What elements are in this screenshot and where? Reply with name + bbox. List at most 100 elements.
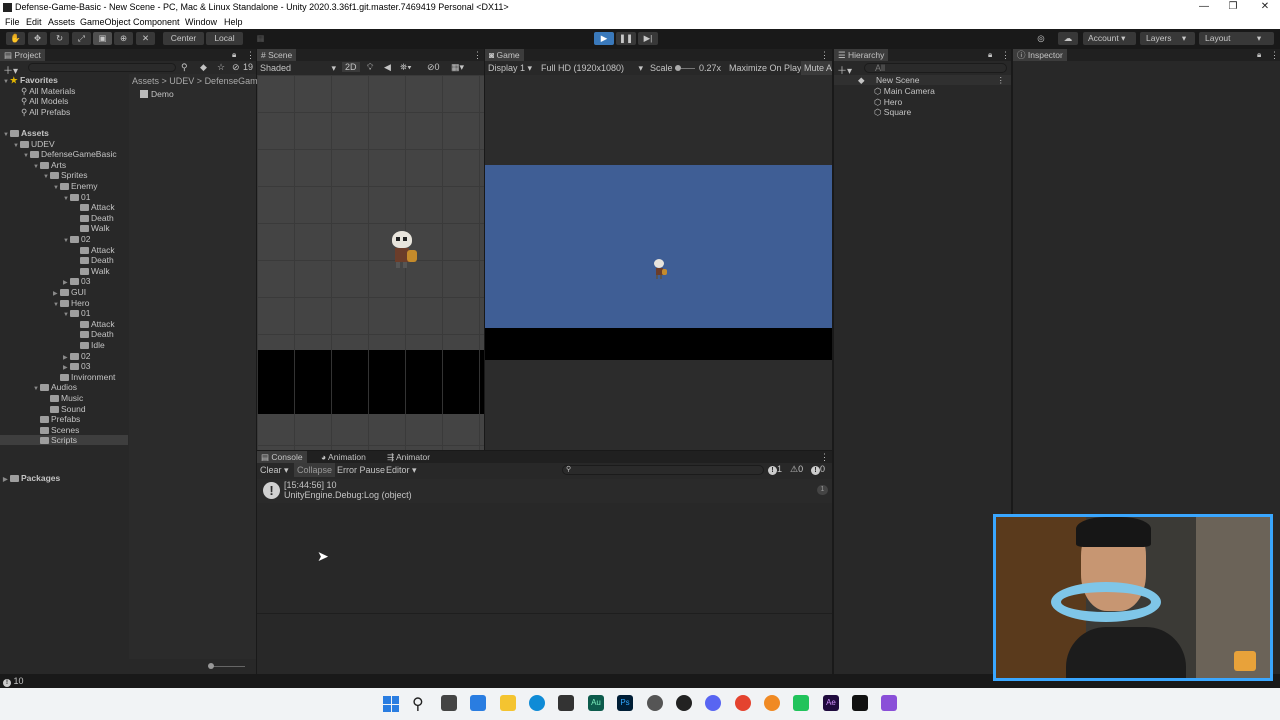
breadcrumb-item[interactable]: DefenseGame — [205, 76, 263, 86]
folder-tree-item[interactable]: ▶ 03 — [0, 276, 128, 286]
panel-menu-icon[interactable]: ⋮ — [820, 452, 829, 463]
hierarchy-item-square[interactable]: ⬡ Square — [874, 107, 911, 117]
folder-tree-item[interactable]: Attack — [0, 245, 128, 255]
layers-dropdown[interactable]: Layers ▾ — [1140, 32, 1195, 45]
folder-tree-item[interactable]: Death — [0, 213, 128, 223]
console-log-entry[interactable]: ! [15:44:56] 10 UnityEngine.Debug:Log (o… — [257, 479, 832, 503]
search-by-type-icon[interactable]: ⚲ — [181, 62, 188, 73]
item-menu-icon[interactable]: ⋮ — [997, 75, 1006, 85]
project-search-input[interactable] — [28, 63, 176, 72]
tab-game[interactable]: ◙ Game — [485, 49, 524, 61]
transform-tool-icon[interactable]: ⊕ — [114, 32, 133, 45]
edge-browser-icon[interactable] — [529, 695, 545, 711]
effects-icon[interactable]: ⛯▾ — [400, 62, 412, 73]
maximize-on-play-toggle[interactable]: Maximize On Play — [729, 63, 802, 73]
folder-tree-item[interactable]: ▼ 02 — [0, 234, 128, 244]
visual-studio-icon[interactable] — [881, 695, 897, 711]
collapse-toggle[interactable]: Collapse — [294, 463, 336, 477]
menu-edit[interactable]: Edit — [26, 17, 42, 27]
lock-icon[interactable]: 🔒︎ — [1257, 50, 1261, 60]
tab-scene[interactable]: # Scene — [257, 49, 297, 61]
toggle-2d-button[interactable]: 2D — [342, 62, 360, 72]
breadcrumb-item[interactable]: UDEV — [169, 76, 194, 86]
folder-tree-item[interactable]: Attack — [0, 202, 128, 212]
tab-console[interactable]: ▤ Console — [257, 451, 307, 463]
folder-tree-item[interactable]: Attack — [0, 319, 128, 329]
folder-tree-item[interactable]: ▼ Audios — [0, 382, 128, 392]
scale-slider-handle[interactable] — [675, 65, 681, 71]
scale-tool-icon[interactable]: ⤢ — [72, 32, 91, 45]
hierarchy-item-hero[interactable]: ⬡ Hero — [874, 97, 902, 107]
tab-hierarchy[interactable]: ☰ Hierarchy — [834, 49, 889, 61]
cloud-icon[interactable]: ☁ — [1058, 32, 1078, 45]
hidden-objects-icon[interactable]: ⊘0 — [427, 62, 440, 73]
tab-animator[interactable]: ⇶ Animator — [383, 451, 434, 463]
audio-icon[interactable]: ◀︎ — [384, 62, 391, 73]
error-pause-toggle[interactable]: Error Pause — [337, 465, 385, 475]
step-button[interactable]: ▶| — [638, 32, 658, 45]
clear-button[interactable]: Clear ▾ — [260, 465, 289, 476]
folder-tree-item[interactable]: ▼ Sprites — [0, 170, 128, 180]
error-filter-toggle[interactable]: ! 0 — [811, 464, 825, 475]
scene-viewport[interactable] — [257, 75, 484, 450]
tab-animation[interactable]: ◕ Animation — [317, 451, 370, 463]
folder-tree-item[interactable]: ▶ 03 — [0, 361, 128, 371]
hand-tool-icon[interactable]: ✋ — [6, 32, 25, 45]
windows-start-icon[interactable] — [383, 696, 399, 712]
rect-tool-icon[interactable]: ▣ — [93, 32, 112, 45]
favorites-header[interactable]: ▼★ Favorites — [3, 75, 58, 85]
editor-dropdown[interactable]: Editor ▾ — [386, 465, 417, 476]
pivot-center-button[interactable]: Center — [163, 32, 204, 45]
maximize-button[interactable]: ❐ — [1218, 0, 1248, 15]
search-tool-icon[interactable] — [764, 695, 780, 711]
unity-editor-icon[interactable] — [852, 695, 868, 711]
custom-tool-icon[interactable]: ✕ — [136, 32, 155, 45]
game-viewport[interactable] — [485, 165, 832, 328]
folder-tree-item[interactable]: Prefabs — [0, 414, 128, 424]
hierarchy-search-input[interactable]: All — [864, 63, 1007, 73]
grid-snap-icon[interactable]: ▦ — [253, 32, 268, 45]
scene-root-item[interactable]: ◆ New Scene ⋮ — [834, 75, 1011, 85]
task-view-icon[interactable] — [441, 695, 457, 711]
menu-file[interactable]: File — [5, 17, 20, 27]
folder-tree-item[interactable]: ▼ Enemy — [0, 181, 128, 191]
menu-component[interactable]: Component — [133, 17, 180, 27]
hero-sprite[interactable] — [390, 231, 420, 275]
discord-icon[interactable] — [705, 695, 721, 711]
folder-tree-item[interactable]: Sound — [0, 404, 128, 414]
panel-menu-icon[interactable]: ⋮ — [820, 50, 829, 61]
folder-tree-item[interactable]: ▼ 01 — [0, 192, 128, 202]
folder-tree-item[interactable]: ▶ GUI — [0, 287, 128, 297]
search-by-label-icon[interactable]: ◆ — [200, 62, 207, 73]
panel-menu-icon[interactable]: ⋮ — [1270, 50, 1279, 61]
favorite-item[interactable]: ⚲ All Models — [21, 96, 68, 106]
account-dropdown[interactable]: Account ▾ — [1083, 32, 1136, 45]
hidden-packages-icon[interactable]: ⊘ — [232, 62, 240, 73]
folder-tree-item[interactable]: ▶ 02 — [0, 351, 128, 361]
favorite-item[interactable]: ⚲ All Materials — [21, 86, 75, 96]
folder-tree-item[interactable]: ▼ DefenseGameBasic — [0, 149, 128, 159]
panel-menu-icon[interactable]: ⋮ — [473, 50, 482, 61]
unity-hub-icon[interactable] — [647, 695, 663, 711]
lighting-icon[interactable]: 💡︎ — [367, 62, 373, 73]
menu-gameobject[interactable]: GameObject — [80, 17, 131, 27]
favorite-item[interactable]: ⚲ All Prefabs — [21, 107, 70, 117]
camtasia-icon[interactable] — [793, 695, 809, 711]
panel-menu-icon[interactable]: ⋮ — [1001, 50, 1010, 61]
status-message[interactable]: ! 10 — [3, 676, 24, 687]
obs-icon[interactable] — [676, 695, 692, 711]
folder-tree-item[interactable]: Death — [0, 255, 128, 265]
lock-icon[interactable]: 🔒︎ — [232, 50, 236, 60]
folder-tree-item[interactable]: ▼ Assets — [0, 128, 128, 138]
search-icon[interactable]: ⚲ — [412, 694, 424, 714]
warning-filter-toggle[interactable]: ⚠0 — [790, 464, 803, 475]
rotate-tool-icon[interactable]: ↻ — [50, 32, 69, 45]
folder-tree-item[interactable]: Music — [0, 393, 128, 403]
audition-icon[interactable]: Au — [588, 695, 604, 711]
move-tool-icon[interactable]: ✥ — [28, 32, 47, 45]
pause-button[interactable]: ❚❚ — [616, 32, 636, 45]
menu-assets[interactable]: Assets — [48, 17, 75, 27]
folder-tree-item[interactable]: Scenes — [0, 425, 128, 435]
slider-handle[interactable] — [208, 663, 214, 669]
close-button[interactable]: ✕ — [1250, 0, 1280, 15]
